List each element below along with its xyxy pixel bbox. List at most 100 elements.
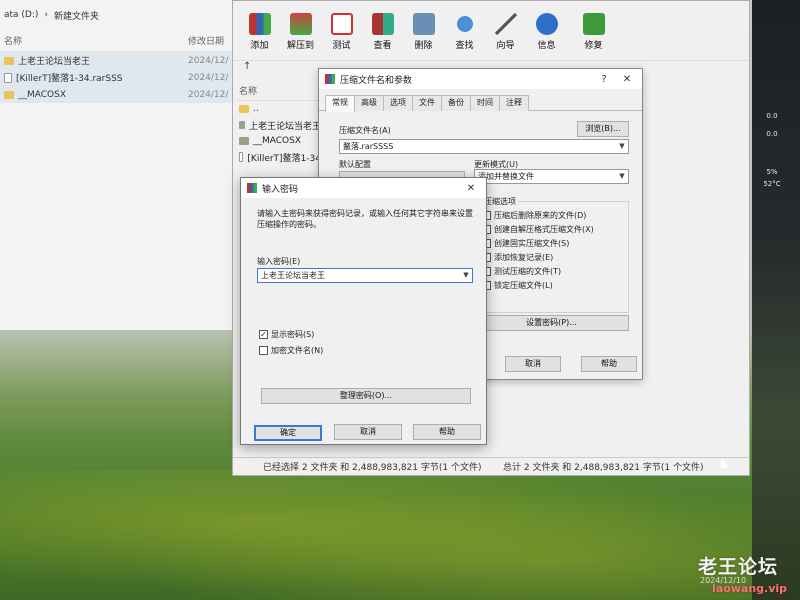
col-name[interactable]: 名称 [4, 34, 22, 47]
tb-label: 查看 [373, 41, 392, 51]
side-monitor-panel [752, 0, 800, 600]
wizard-button[interactable]: 向导 [487, 9, 524, 51]
item-date: 2024/12/ [188, 89, 229, 100]
up-arrow-icon[interactable]: ↑ [243, 61, 251, 72]
folder-crumb[interactable]: 新建文件夹 [54, 9, 99, 22]
tb-label: 信息 [537, 41, 556, 51]
repair-icon [582, 13, 605, 35]
tab-files[interactable]: 文件 [412, 95, 442, 111]
tab-comment[interactable]: 注释 [499, 95, 529, 111]
drive-crumb[interactable]: ata (D:) [4, 10, 38, 20]
extract-button[interactable]: 解压到 [282, 9, 319, 51]
add-button[interactable]: 添加 [241, 9, 278, 51]
show-password-checkbox[interactable]: ✓ 显示密码(S) [259, 329, 314, 340]
tab-strip: 常规 高级 选项 文件 备份 时间 注释 [319, 95, 642, 112]
archive-file-list: 名称 .. 上老王论坛当老王 __MACOSX [KillerT]鳌落1-34 [237, 85, 321, 165]
delete-button[interactable]: 删除 [405, 9, 442, 51]
lock-archive-checkbox[interactable]: 锁定压缩文件(L) [482, 280, 553, 291]
close-icon[interactable]: ✕ [462, 183, 480, 194]
monitor-value: 5% [766, 168, 778, 176]
archive-name-value: 鳌落.rarSSSS [343, 142, 394, 151]
dialog-description: 请输入主密码来获得密码记录，或输入任何其它字符串来设置压缩操作的密码。 [257, 209, 473, 229]
test-button[interactable]: 测试 [323, 9, 360, 51]
col-name[interactable]: 名称 [237, 85, 321, 101]
help-button[interactable]: 帮助 [413, 424, 481, 440]
set-password-button[interactable]: 设置密码(P)... [474, 315, 629, 331]
book-icon [371, 13, 394, 35]
tb-label: 删除 [414, 41, 433, 51]
tb-label: 解压到 [286, 41, 314, 51]
tab-time[interactable]: 时间 [470, 95, 500, 111]
tb-label: 查找 [455, 41, 474, 51]
chevron-down-icon[interactable]: ▼ [616, 170, 628, 183]
item-name: [KillerT]鳌落1-34 [247, 153, 321, 164]
item-name: 上老王论坛当老王 [248, 121, 321, 132]
ok-button[interactable]: 确定 [254, 425, 322, 441]
organize-passwords-button[interactable]: 整理密码(O)... [261, 388, 471, 404]
tab-general[interactable]: 常规 [325, 95, 355, 112]
checkbox-label: 添加恢复记录(E) [494, 253, 554, 262]
toolbar: 添加 解压到 测试 查看 删除 查找 向导 信息 修复 [233, 9, 749, 61]
tb-label: 向导 [496, 41, 515, 51]
default-profile-label: 默认配置 [339, 160, 371, 169]
sfx-checkbox[interactable]: 创建自解压格式压缩文件(X) [482, 224, 594, 235]
list-item[interactable]: 上老王论坛当老王 2024/12/ [0, 52, 236, 69]
chevron-right-icon: › [44, 10, 49, 20]
list-item[interactable]: __MACOSX 2024/12/ [0, 86, 236, 103]
file-icon [4, 72, 12, 83]
archive-add-icon [248, 13, 271, 35]
list-item[interactable]: 上老王论坛当老王 [237, 117, 321, 133]
close-icon[interactable]: ✕ [618, 74, 636, 85]
list-item[interactable]: [KillerT]鳌落1-34.rarSSS 2024/12/ [0, 69, 236, 86]
checkbox-label: 压缩后删除原来的文件(D) [494, 211, 587, 220]
archive-name-label: 压缩文件名(A) [339, 126, 391, 135]
list-item[interactable]: .. [237, 101, 321, 117]
item-name: .. [253, 104, 259, 114]
checkbox-label: 加密文件名(N) [271, 346, 324, 355]
browse-button[interactable]: 浏览(B)... [577, 121, 629, 137]
checkbox-box: ✓ [259, 330, 268, 339]
chevron-down-icon[interactable]: ▼ [460, 269, 472, 282]
help-icon[interactable]: ? [595, 74, 613, 85]
info-button[interactable]: 信息 [528, 9, 565, 51]
column-header: 名称 修改日期 [0, 30, 236, 52]
trash-icon [412, 13, 435, 35]
password-input[interactable]: 上老王论坛当老王 ▼ [257, 268, 473, 283]
repair-button[interactable]: 修复 [575, 9, 612, 51]
cancel-button[interactable]: 取消 [505, 356, 561, 372]
delete-after-checkbox[interactable]: 压缩后删除原来的文件(D) [482, 210, 586, 221]
folder-icon [239, 105, 249, 113]
folder-icon [239, 137, 249, 145]
tab-advanced[interactable]: 高级 [354, 95, 384, 111]
recovery-record-checkbox[interactable]: 添加恢复记录(E) [482, 252, 553, 263]
dialog-titlebar: 压缩文件名和参数 ? ✕ [319, 69, 642, 89]
tb-label: 测试 [332, 41, 351, 51]
dialog-title: 压缩文件名和参数 [340, 75, 413, 86]
tab-backup[interactable]: 备份 [441, 95, 471, 111]
update-mode-select[interactable]: 添加并替换文件 ▼ [474, 169, 629, 184]
encrypt-names-checkbox[interactable]: 加密文件名(N) [259, 345, 323, 356]
status-total: 总计 2 文件夹 和 2,488,983,821 字节(1 个文件) [503, 463, 704, 473]
help-button[interactable]: 帮助 [581, 356, 637, 372]
find-button[interactable]: 查找 [446, 9, 483, 51]
list-item[interactable]: [KillerT]鳌落1-34 [237, 149, 321, 165]
chevron-down-icon[interactable]: ▼ [616, 140, 628, 153]
tb-label: 修复 [584, 41, 603, 51]
tab-options[interactable]: 选项 [383, 95, 413, 111]
col-date[interactable]: 修改日期 [188, 34, 232, 47]
archive-name-field[interactable]: 鳌落.rarSSSS ▼ [339, 139, 629, 154]
cancel-button[interactable]: 取消 [334, 424, 402, 440]
folder-icon [239, 121, 245, 129]
solid-checkbox[interactable]: 创建固实压缩文件(S) [482, 238, 569, 249]
monitor-value: 52°C [763, 180, 781, 188]
view-button[interactable]: 查看 [364, 9, 401, 51]
folder-icon [4, 90, 14, 99]
watermark-title: 老王论坛 [698, 556, 779, 578]
dialog-title: 输入密码 [262, 184, 299, 195]
address-bar[interactable]: ata (D:) › 新建文件夹 [0, 0, 236, 30]
file-icon [239, 152, 244, 162]
list-item[interactable]: __MACOSX [237, 133, 321, 149]
test-files-checkbox[interactable]: 测试压缩的文件(T) [482, 266, 561, 277]
winrar-icon [325, 74, 335, 84]
item-name: __MACOSX [18, 89, 67, 100]
